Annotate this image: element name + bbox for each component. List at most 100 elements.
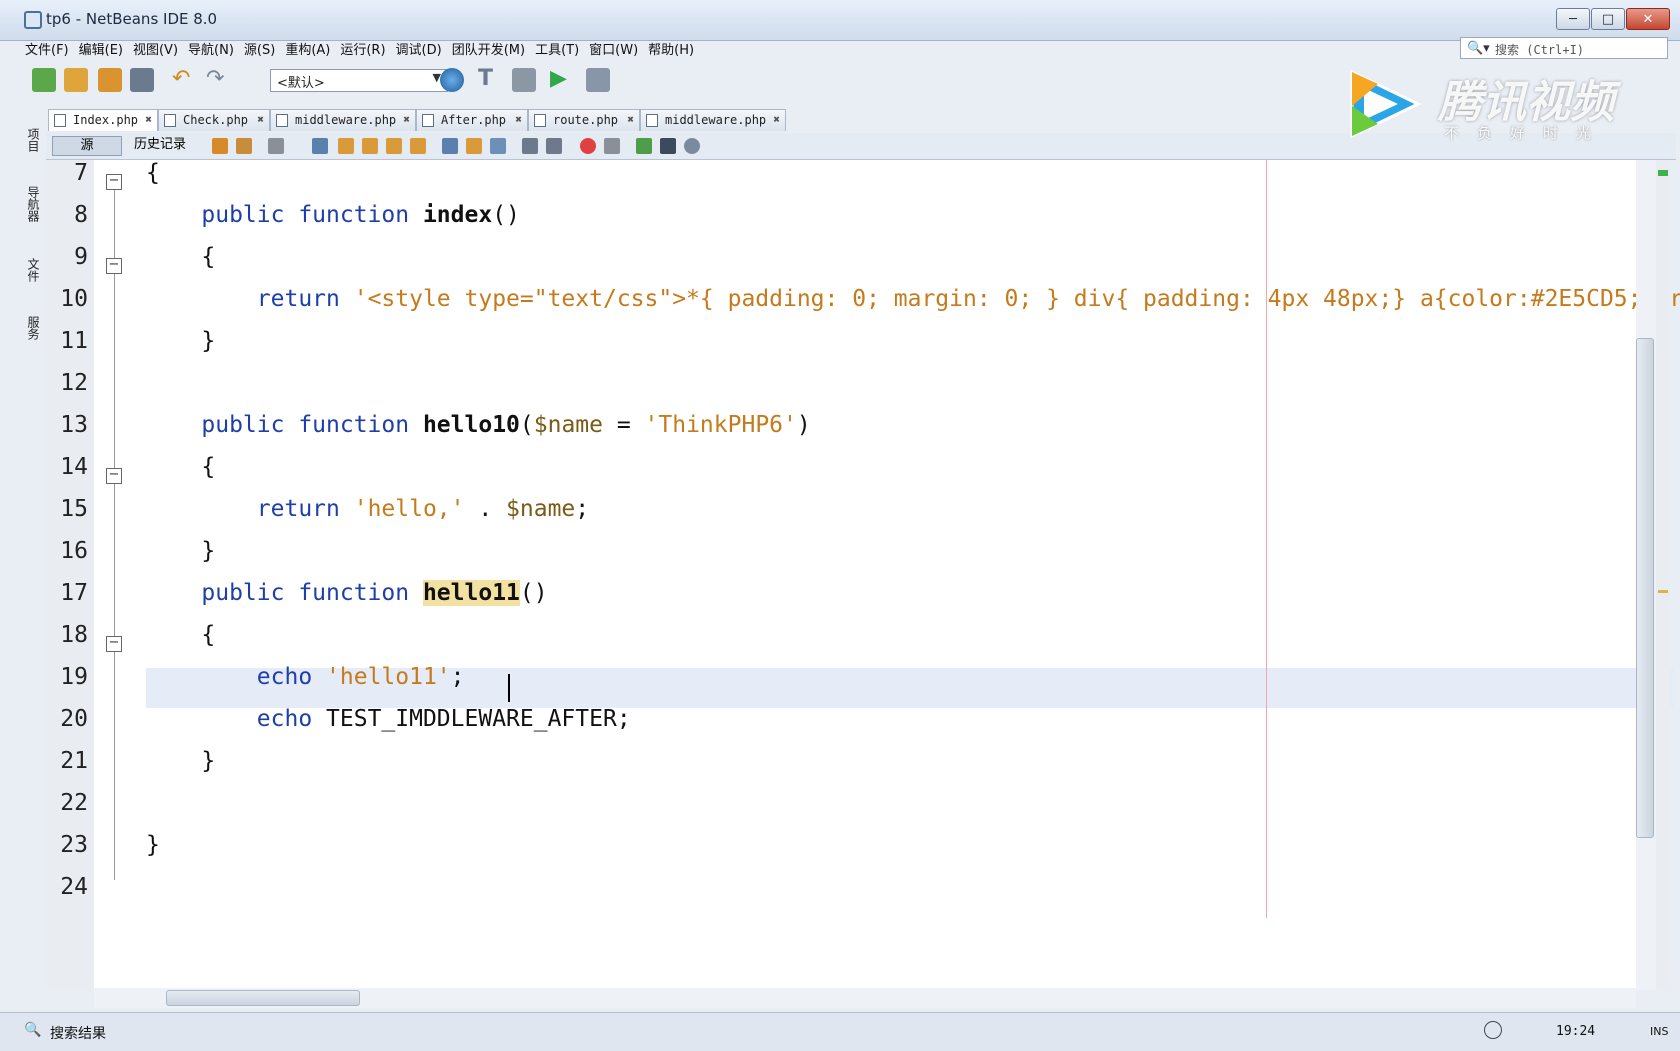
back-icon[interactable] bbox=[236, 138, 252, 154]
occurrence-mark[interactable] bbox=[1658, 590, 1668, 593]
forward-icon[interactable] bbox=[268, 138, 284, 154]
history-button[interactable]: 历史记录 bbox=[134, 136, 186, 154]
menu-refactor[interactable]: 重构(A) bbox=[280, 37, 335, 59]
search-results-tab[interactable]: 搜索结果 bbox=[50, 1023, 106, 1043]
menu-source[interactable]: 源(S) bbox=[239, 37, 280, 59]
save-all-icon[interactable] bbox=[130, 68, 154, 92]
open-project-icon[interactable] bbox=[98, 68, 122, 92]
menu-view[interactable]: 视图(V) bbox=[128, 37, 183, 59]
sidebar-tab-navigator[interactable]: 导航器 bbox=[24, 186, 42, 222]
tab-index-php[interactable]: Index.php ✖ bbox=[48, 109, 158, 131]
editor-toolbar: 源 历史记录 bbox=[46, 133, 1676, 160]
video-logo-icon bbox=[1350, 69, 1422, 139]
close-tab-icon[interactable]: ✖ bbox=[627, 113, 634, 126]
line-number: 20 bbox=[60, 706, 88, 732]
shift-left-icon[interactable] bbox=[522, 138, 538, 154]
php-file-icon bbox=[534, 114, 546, 127]
search-results-icon[interactable]: 🔍 bbox=[24, 1022, 41, 1038]
php-file-icon bbox=[164, 114, 176, 127]
fold-toggle-icon[interactable]: − bbox=[106, 174, 122, 190]
close-tab-icon[interactable]: ✖ bbox=[773, 113, 780, 126]
code-line-14: { bbox=[201, 454, 216, 480]
close-tab-icon[interactable]: ✖ bbox=[403, 113, 410, 126]
last-edit-icon[interactable] bbox=[212, 138, 228, 154]
database-icon[interactable] bbox=[684, 138, 700, 154]
sidebar-tab-services[interactable]: 服务 bbox=[24, 316, 42, 340]
line-number: 23 bbox=[60, 832, 88, 858]
fold-toggle-icon[interactable]: − bbox=[106, 468, 122, 484]
find-next-icon[interactable] bbox=[362, 138, 378, 154]
minimize-button[interactable]: ─ bbox=[1556, 8, 1590, 30]
configuration-select[interactable]: <默认> ▼ bbox=[270, 69, 448, 92]
code-line-7: { bbox=[146, 160, 160, 186]
insert-mode: INS bbox=[1650, 1025, 1669, 1038]
comment-icon[interactable] bbox=[636, 138, 652, 154]
source-button[interactable]: 源 bbox=[52, 136, 122, 156]
horizontal-scroll-thumb[interactable] bbox=[166, 990, 360, 1006]
tab-label: middleware.php bbox=[665, 113, 767, 127]
sidebar-tab-files[interactable]: 文件 bbox=[24, 258, 42, 282]
tab-check-php[interactable]: Check.php ✖ bbox=[158, 109, 270, 131]
fold-toggle-icon[interactable]: − bbox=[106, 258, 122, 274]
close-tab-icon[interactable]: ✖ bbox=[515, 113, 522, 126]
menu-debug[interactable]: 调试(D) bbox=[391, 37, 447, 59]
close-tab-icon[interactable]: ✖ bbox=[257, 113, 264, 126]
toggle-bookmark-icon[interactable] bbox=[490, 138, 506, 154]
tab-label: After.php bbox=[441, 113, 507, 127]
stop-macro-icon[interactable] bbox=[604, 138, 620, 154]
menu-navigate[interactable]: 导航(N) bbox=[183, 37, 239, 59]
right-margin-guide bbox=[1266, 160, 1267, 918]
previous-bookmark-icon[interactable] bbox=[442, 138, 458, 154]
menu-file[interactable]: 文件(F) bbox=[20, 37, 74, 59]
tab-label: Check.php bbox=[183, 113, 249, 127]
maximize-button[interactable]: □ bbox=[1591, 8, 1625, 30]
undo-icon[interactable]: ↶ bbox=[172, 68, 196, 92]
start-macro-icon[interactable] bbox=[580, 138, 596, 154]
code-line-8: public function index() bbox=[201, 202, 520, 228]
close-tab-icon[interactable]: ✖ bbox=[145, 113, 152, 126]
status-ok-icon bbox=[1658, 170, 1668, 176]
menu-team[interactable]: 团队开发(M) bbox=[447, 37, 530, 59]
tab-route-php[interactable]: route.php ✖ bbox=[528, 109, 640, 131]
php-file-icon bbox=[54, 114, 66, 127]
tab-label: middleware.php bbox=[295, 113, 397, 127]
fold-toggle-icon[interactable]: − bbox=[106, 636, 122, 652]
build-icon[interactable]: T bbox=[478, 68, 502, 92]
menu-run[interactable]: 运行(R) bbox=[335, 37, 390, 59]
menu-edit[interactable]: 编辑(E) bbox=[74, 37, 128, 59]
new-file-icon[interactable] bbox=[32, 68, 56, 92]
new-project-icon[interactable] bbox=[64, 68, 88, 92]
shift-right-icon[interactable] bbox=[546, 138, 562, 154]
debug-icon[interactable] bbox=[586, 68, 610, 92]
globe-icon[interactable] bbox=[440, 68, 464, 92]
run-icon[interactable]: ▶ bbox=[550, 68, 574, 92]
tab-after-php[interactable]: After.php ✖ bbox=[416, 109, 528, 131]
code-line-11: } bbox=[201, 328, 216, 354]
line-number: 9 bbox=[74, 244, 88, 270]
code-editor[interactable]: 7 8 9 10 11 12 13 14 15 16 17 18 19 20 2… bbox=[46, 160, 1680, 990]
tab-middleware-php[interactable]: middleware.php ✖ bbox=[270, 109, 416, 131]
find-icon[interactable] bbox=[312, 138, 328, 154]
toggle-highlight-icon[interactable] bbox=[386, 138, 402, 154]
find-previous-icon[interactable] bbox=[338, 138, 354, 154]
next-bookmark-icon[interactable] bbox=[466, 138, 482, 154]
sidebar-tab-projects[interactable]: 项目 bbox=[24, 128, 42, 152]
error-stripe[interactable] bbox=[1656, 160, 1670, 990]
menu-tools[interactable]: 工具(T) bbox=[530, 37, 584, 59]
tab-middleware-php-2[interactable]: middleware.php ✖ bbox=[640, 109, 786, 131]
toggle-rectangular-icon[interactable] bbox=[410, 138, 426, 154]
code-line-9: { bbox=[201, 244, 216, 270]
redo-icon[interactable]: ↷ bbox=[206, 68, 230, 92]
menu-help[interactable]: 帮助(H) bbox=[643, 37, 699, 59]
search-input[interactable]: 🔍▾ 搜索 (Ctrl+I) bbox=[1460, 37, 1668, 59]
tab-label: route.php bbox=[553, 113, 619, 127]
uncomment-icon[interactable] bbox=[660, 138, 676, 154]
line-number: 8 bbox=[74, 202, 88, 228]
close-button[interactable]: ✕ bbox=[1626, 8, 1670, 30]
line-number: 11 bbox=[60, 328, 88, 354]
menu-window[interactable]: 窗口(W) bbox=[584, 37, 643, 59]
vertical-scroll-thumb[interactable] bbox=[1636, 338, 1654, 838]
clean-build-icon[interactable] bbox=[512, 68, 536, 92]
notifications-icon[interactable] bbox=[1484, 1021, 1502, 1039]
line-number: 17 bbox=[60, 580, 88, 606]
